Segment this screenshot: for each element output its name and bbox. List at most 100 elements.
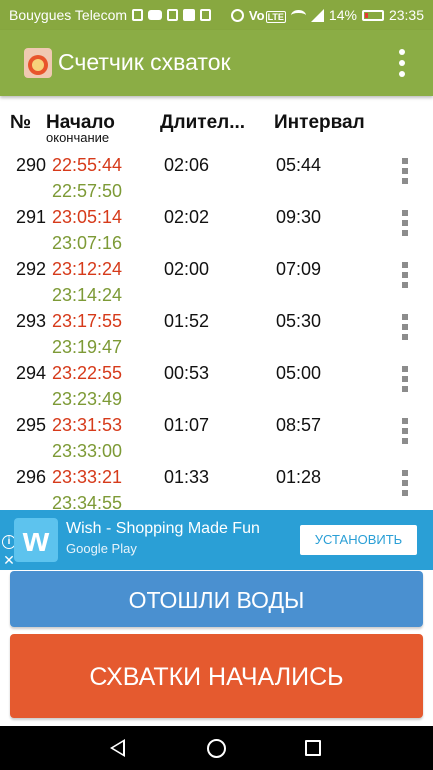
row-start: 23:05:14 bbox=[52, 207, 123, 227]
system-nav-bar bbox=[0, 726, 433, 770]
row-num: 296 bbox=[16, 467, 47, 487]
table-row[interactable]: 290 22:55:44 22:57:50 02:06 05:44 bbox=[0, 152, 433, 204]
row-interval: 05:44 bbox=[276, 155, 322, 175]
row-end: 23:07:16 bbox=[52, 233, 123, 253]
row-duration: 02:02 bbox=[164, 207, 210, 227]
row-duration: 01:33 bbox=[164, 467, 210, 487]
table-row[interactable]: 295 23:31:53 23:33:00 01:07 08:57 bbox=[0, 412, 433, 464]
menu-dot-icon bbox=[402, 230, 408, 236]
menu-dot-icon bbox=[402, 480, 408, 486]
message-icon bbox=[167, 9, 179, 21]
wifi-icon bbox=[290, 9, 306, 21]
battery-level-icon bbox=[364, 12, 368, 18]
row-num: 295 bbox=[16, 415, 47, 435]
clock: 23:35 bbox=[388, 7, 424, 23]
menu-dot-icon bbox=[402, 168, 408, 174]
row-start: 23:33:21 bbox=[52, 467, 123, 487]
status-bar: Bouygues Telecom Vo LTE 14% 23:35 bbox=[0, 0, 433, 30]
menu-dot-icon bbox=[399, 71, 405, 77]
row-menu-icon[interactable] bbox=[401, 210, 409, 236]
row-duration: 02:00 bbox=[164, 259, 210, 279]
menu-dot-icon bbox=[402, 438, 408, 444]
menu-dot-icon bbox=[402, 178, 408, 184]
menu-dot-icon bbox=[402, 334, 408, 340]
menu-dot-icon bbox=[402, 272, 408, 278]
row-start: 23:22:55 bbox=[52, 363, 123, 383]
row-duration: 01:52 bbox=[164, 311, 210, 331]
menu-dot-icon bbox=[402, 418, 408, 424]
row-num: 290 bbox=[16, 155, 47, 175]
ad-title[interactable]: Wish - Shopping Made Fun bbox=[66, 520, 260, 538]
menu-dot-icon bbox=[402, 428, 408, 434]
menu-dot-icon bbox=[402, 470, 408, 476]
row-start: 23:17:55 bbox=[52, 311, 123, 331]
back-icon[interactable] bbox=[110, 739, 125, 757]
row-menu-icon[interactable] bbox=[401, 262, 409, 288]
header-num: № bbox=[10, 112, 32, 133]
photo-icon bbox=[200, 9, 212, 21]
menu-dot-icon bbox=[402, 210, 408, 216]
status-bar-right: Vo LTE 14% 23:35 bbox=[230, 7, 424, 23]
sim-icon bbox=[132, 9, 144, 21]
recents-icon[interactable] bbox=[305, 740, 321, 756]
menu-dot-icon bbox=[402, 314, 408, 320]
row-start: 23:12:24 bbox=[52, 259, 123, 279]
row-interval: 08:57 bbox=[276, 415, 322, 435]
row-duration: 02:06 bbox=[164, 155, 210, 175]
menu-dot-icon bbox=[402, 262, 408, 268]
row-end: 23:14:24 bbox=[52, 285, 123, 305]
row-interval: 09:30 bbox=[276, 207, 322, 227]
app-title: Счетчик схваток bbox=[58, 49, 231, 75]
menu-dot-icon bbox=[402, 158, 408, 164]
menu-dot-icon bbox=[402, 282, 408, 288]
row-num: 293 bbox=[16, 311, 47, 331]
row-num: 294 bbox=[16, 363, 47, 383]
contractions-started-button[interactable]: СХВАТКИ НАЧАЛИСЬ bbox=[10, 634, 423, 718]
row-num: 292 bbox=[16, 259, 47, 279]
row-start: 23:31:53 bbox=[52, 415, 123, 435]
row-num: 291 bbox=[16, 207, 47, 227]
row-interval: 07:09 bbox=[276, 259, 322, 279]
wish-logo-icon[interactable]: w bbox=[14, 518, 58, 562]
table-header: № Начало окончание Длител... Интервал bbox=[0, 110, 433, 150]
row-duration: 00:53 bbox=[164, 363, 210, 383]
header-interval: Интервал bbox=[274, 112, 365, 133]
row-menu-icon[interactable] bbox=[401, 314, 409, 340]
ad-install-button[interactable]: УСТАНОВИТЬ bbox=[300, 525, 417, 555]
row-end: 23:23:49 bbox=[52, 389, 123, 409]
waters-broke-button[interactable]: ОТОШЛИ ВОДЫ bbox=[10, 571, 423, 627]
app-bar: Счетчик схваток bbox=[0, 30, 433, 96]
table-row[interactable]: 292 23:12:24 23:14:24 02:00 07:09 bbox=[0, 256, 433, 308]
row-menu-icon[interactable] bbox=[401, 418, 409, 444]
menu-dot-icon bbox=[402, 376, 408, 382]
table-row[interactable]: 291 23:05:14 23:07:16 02:02 09:30 bbox=[0, 204, 433, 256]
row-duration: 01:07 bbox=[164, 415, 210, 435]
home-icon[interactable] bbox=[207, 739, 226, 758]
overflow-menu-icon[interactable] bbox=[397, 49, 407, 77]
row-end: 23:19:47 bbox=[52, 337, 123, 357]
row-end: 23:33:00 bbox=[52, 441, 123, 461]
menu-dot-icon bbox=[399, 49, 405, 55]
menu-dot-icon bbox=[402, 220, 408, 226]
contractions-list[interactable]: 290 22:55:44 22:57:50 02:06 05:44 291 23… bbox=[0, 152, 433, 512]
menu-dot-icon bbox=[399, 60, 405, 66]
row-menu-icon[interactable] bbox=[401, 366, 409, 392]
menu-dot-icon bbox=[402, 324, 408, 330]
signal-icon bbox=[310, 8, 324, 22]
table-row[interactable]: 294 23:22:55 23:23:49 00:53 05:00 bbox=[0, 360, 433, 412]
youtube-icon bbox=[148, 10, 163, 20]
ad-store-label: Google Play bbox=[66, 541, 137, 556]
row-interval: 01:28 bbox=[276, 467, 322, 487]
row-menu-icon[interactable] bbox=[401, 158, 409, 184]
header-end: окончание bbox=[46, 130, 110, 145]
table-row[interactable]: 293 23:17:55 23:19:47 01:52 05:30 bbox=[0, 308, 433, 360]
row-menu-icon[interactable] bbox=[401, 470, 409, 496]
row-start: 22:55:44 bbox=[52, 155, 123, 175]
alarm-icon bbox=[230, 8, 244, 22]
table-row[interactable]: 296 23:33:21 23:34:55 01:33 01:28 bbox=[0, 464, 433, 512]
battery-icon bbox=[361, 9, 384, 21]
ad-banner[interactable]: i ✕ w Wish - Shopping Made Fun Google Pl… bbox=[0, 510, 433, 570]
menu-dot-icon bbox=[402, 366, 408, 372]
app-logo-icon bbox=[24, 48, 52, 78]
battery-percent: 14% bbox=[328, 7, 357, 23]
